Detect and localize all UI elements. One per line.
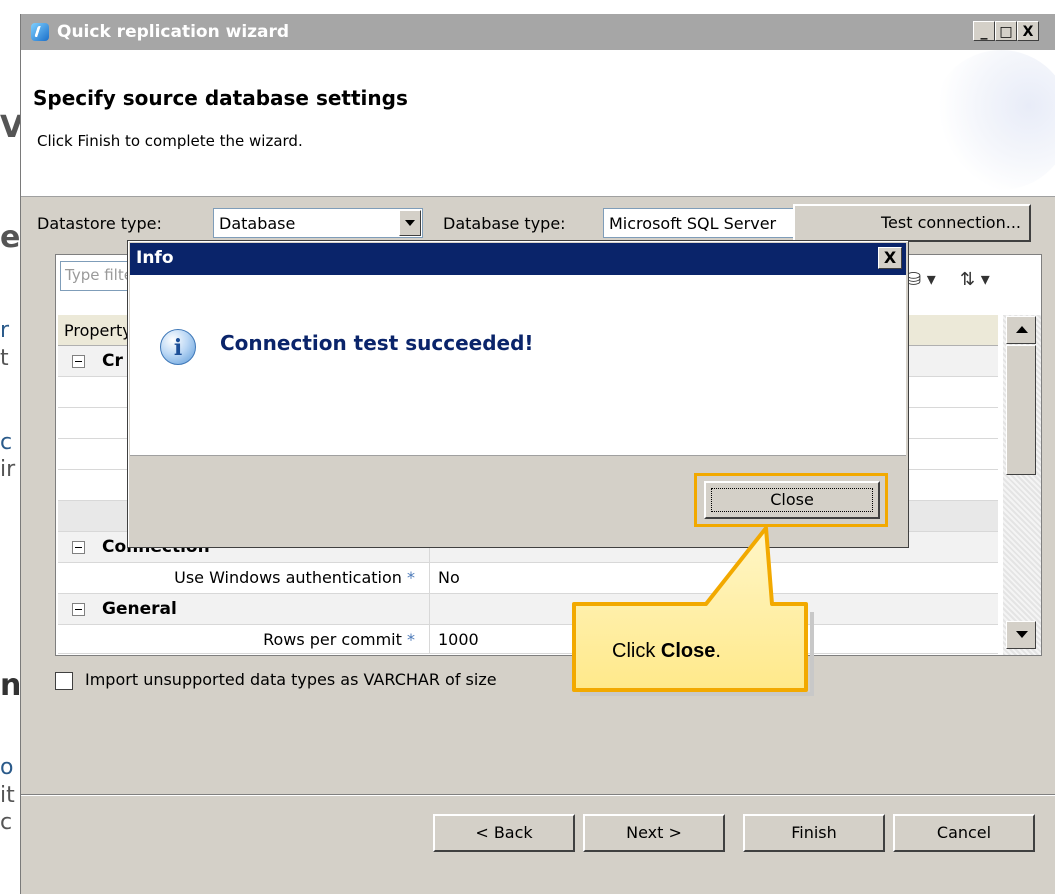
- property-row[interactable]: Use Windows authentication * No: [58, 563, 998, 594]
- required-marker: *: [407, 630, 415, 649]
- finish-button[interactable]: Finish: [743, 814, 885, 852]
- dialog-title: Info: [136, 248, 174, 268]
- scroll-up-icon[interactable]: [1006, 316, 1036, 344]
- cancel-button[interactable]: Cancel: [893, 814, 1035, 852]
- property-column-label: Property: [64, 321, 132, 340]
- page-title: Specify source database settings: [33, 86, 408, 110]
- dialog-title-bar[interactable]: Info X: [130, 243, 906, 275]
- info-dialog: Info X i Connection test succeeded! Clos…: [127, 240, 909, 548]
- import-unsupported-checkbox[interactable]: [55, 672, 73, 690]
- close-icon[interactable]: X: [878, 247, 902, 269]
- window-title: Quick replication wizard: [57, 22, 290, 42]
- header-decoration: [931, 50, 1055, 190]
- background-fragment: n: [0, 668, 20, 703]
- property-value[interactable]: 1000: [438, 630, 479, 649]
- callout-bubble: [572, 526, 814, 696]
- property-name: Rows per commit: [263, 630, 402, 649]
- category-row[interactable]: General: [58, 594, 998, 625]
- properties-icon[interactable]: ⛁ ▾: [906, 269, 936, 290]
- background-fragment: c: [0, 810, 13, 835]
- info-icon: i: [160, 329, 196, 365]
- background-fragment: e: [0, 220, 20, 255]
- app-icon: [31, 23, 49, 41]
- title-bar[interactable]: Quick replication wizard _ □ X: [21, 14, 1055, 50]
- datastore-type-value: Database: [219, 214, 296, 233]
- sort-icon[interactable]: ⇅ ▾: [960, 269, 990, 290]
- datastore-type-label: Datastore type:: [37, 214, 162, 233]
- datastore-type-select[interactable]: Database: [213, 208, 423, 238]
- collapse-icon[interactable]: [72, 355, 85, 368]
- footer-divider: [21, 794, 1055, 796]
- property-value[interactable]: No: [438, 568, 460, 587]
- chevron-down-icon[interactable]: [399, 210, 421, 236]
- callout-text: Click Close.: [612, 640, 721, 662]
- background-fragment: V: [0, 110, 20, 145]
- callout-emphasis: Close: [660, 640, 716, 662]
- collapse-icon[interactable]: [72, 603, 85, 616]
- vertical-scrollbar[interactable]: [1003, 315, 1041, 655]
- dialog-message: Connection test succeeded!: [220, 331, 534, 355]
- collapse-icon[interactable]: [72, 541, 85, 554]
- minimize-button[interactable]: _: [973, 21, 995, 41]
- test-connection-button[interactable]: Test connection...: [793, 204, 1031, 242]
- focus-ring: [711, 488, 873, 512]
- required-marker: *: [407, 568, 415, 587]
- close-window-button[interactable]: X: [1017, 21, 1039, 41]
- database-type-value: Microsoft SQL Server: [609, 214, 777, 233]
- back-button[interactable]: < Back: [433, 814, 575, 852]
- close-button[interactable]: Close: [704, 481, 880, 519]
- background-fragment: it: [0, 783, 15, 808]
- tutorial-callout: Click Close.: [560, 520, 820, 710]
- background-fragment: t: [0, 346, 9, 371]
- dialog-body: i Connection test succeeded!: [130, 275, 906, 456]
- property-row[interactable]: Rows per commit * 1000: [58, 625, 998, 654]
- background-fragment: ir: [0, 457, 16, 482]
- maximize-button[interactable]: □: [995, 21, 1017, 41]
- database-type-label: Database type:: [443, 214, 566, 233]
- page-subtitle: Click Finish to complete the wizard.: [37, 132, 303, 150]
- scroll-down-icon[interactable]: [1006, 621, 1036, 649]
- next-button[interactable]: Next >: [583, 814, 725, 852]
- background-fragment: o: [0, 755, 14, 780]
- scroll-thumb[interactable]: [1006, 345, 1036, 475]
- property-name: Use Windows authentication: [174, 568, 402, 587]
- background-fragment: c: [0, 430, 13, 455]
- import-unsupported-label: Import unsupported data types as VARCHAR…: [85, 670, 497, 689]
- wizard-header: Specify source database settings Click F…: [21, 50, 1055, 197]
- background-fragment: r: [0, 318, 10, 343]
